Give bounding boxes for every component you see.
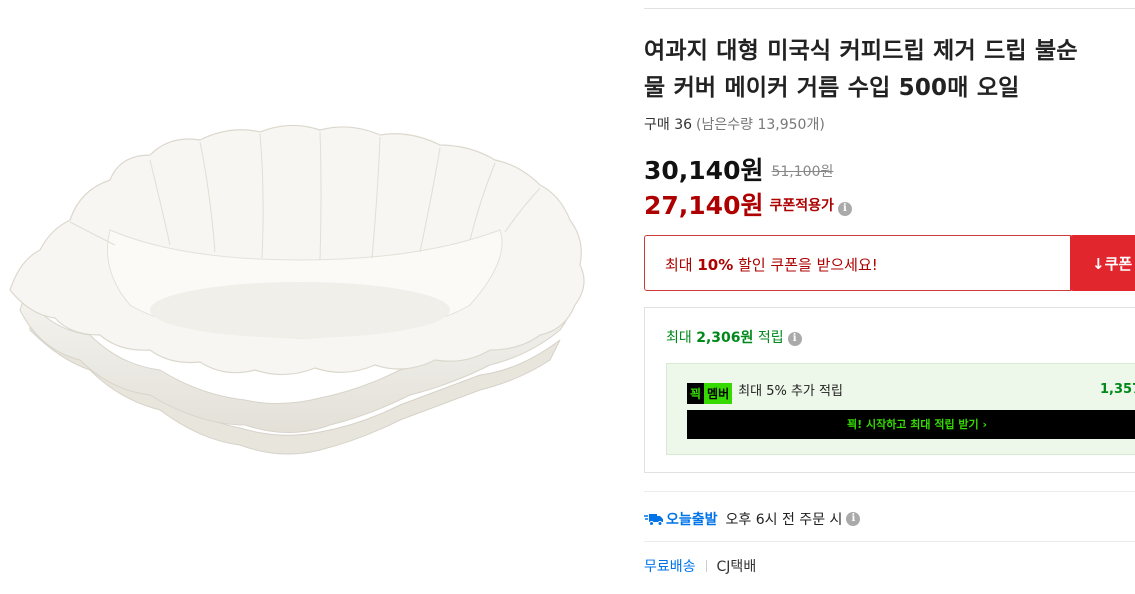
top-divider (644, 8, 1135, 9)
coupon-message: 최대 10% 할인 쿠폰을 받으세요! (665, 254, 878, 275)
membership-reward-text: 최대 5% 추가 적립 (738, 384, 843, 399)
shipping-separator (705, 560, 707, 572)
membership-start-button[interactable]: 꾁! 시작하고 최대 적립 받기 › (687, 410, 1135, 439)
product-title: 여과지 대형 미국식 커피드립 제거 드립 불순 물 커버 메이커 거름 수입 … (644, 33, 1135, 107)
info-icon[interactable]: i (837, 202, 852, 216)
coffee-filter-illustration (9, 124, 585, 455)
membership-row: 꾁 멤버 최대 5% 추가 적립 (687, 380, 843, 404)
max-reward-prefix: 최대 (666, 330, 697, 346)
fast-delivery-icon (644, 514, 663, 526)
shipping-info: 무료배송 CJ택배 (644, 556, 756, 576)
remaining-stock: (남은수량 13,950개) (696, 117, 825, 133)
membership-badge-k: 꾁 (687, 383, 705, 404)
max-reward-amount: 2,306원 (696, 330, 754, 346)
coupon-message-suffix: 할인 쿠폰을 받으세요! (733, 256, 878, 274)
courier-name: CJ택배 (716, 559, 757, 575)
coupon-message-prefix: 최대 (665, 256, 698, 274)
coupon-price-row: 27,140원 쿠폰적용가 i (644, 186, 852, 222)
sale-price: 30,140원 (644, 156, 764, 185)
product-image[interactable] (0, 0, 600, 594)
membership-badge: 꾁 멤버 (687, 383, 733, 404)
membership-reward-box: 꾁멤버 최대 5% 추가 적립 1,357 꾁! 시작하고 최대 적립 받기 › (666, 363, 1135, 455)
product-title-line1: 여과지 대형 미국식 커피드립 제거 드립 불순 (644, 38, 1078, 64)
product-title-line2: 물 커버 메이커 거름 수입 500매 오일 (644, 75, 1020, 101)
delivery-info-icon[interactable]: i (846, 512, 861, 526)
membership-badge-label: 멤버 (704, 383, 733, 404)
section-divider (644, 491, 1135, 492)
coupon-price-label: 쿠폰적용가 (769, 198, 834, 214)
max-reward-suffix: 적립 (753, 330, 784, 346)
free-shipping-label: 무료배송 (644, 559, 696, 575)
product-info-panel: 여과지 대형 미국식 커피드립 제거 드립 불순 물 커버 메이커 거름 수입 … (644, 0, 1135, 594)
column-divider (625, 0, 626, 594)
reward-box: 최대 2,306원 적립i 꾁멤버 최대 5% 추가 적립 1,357 꾁! 시작… (644, 307, 1135, 473)
max-reward: 최대 2,306원 적립 i (666, 327, 802, 347)
price-row: 30,140원 51,100원 (644, 151, 833, 187)
today-shipping-label: 오늘출발 (666, 512, 718, 528)
purchase-count: 구매 36 (644, 117, 693, 133)
original-price: 51,100원 (771, 164, 834, 180)
today-shipping-condition: 오후 6시 전 주문 시 (725, 512, 843, 528)
delivery-info: 오늘출발 오후 6시 전 주문 시i (644, 509, 861, 529)
purchase-info: 구매 36 (남은수량 13,950개) (644, 114, 825, 134)
coupon-message-percent: 10% (697, 256, 734, 274)
reward-info-icon[interactable]: i (787, 332, 802, 346)
section-divider-2 (644, 541, 1135, 542)
coupon-download-button[interactable]: ↓쿠폰 (1070, 235, 1135, 291)
coupon-banner[interactable]: 최대 10% 할인 쿠폰을 받으세요! (644, 235, 1071, 291)
coupon-price: 27,140원 (644, 191, 764, 220)
membership-reward-amount: 1,357 (1100, 382, 1135, 397)
